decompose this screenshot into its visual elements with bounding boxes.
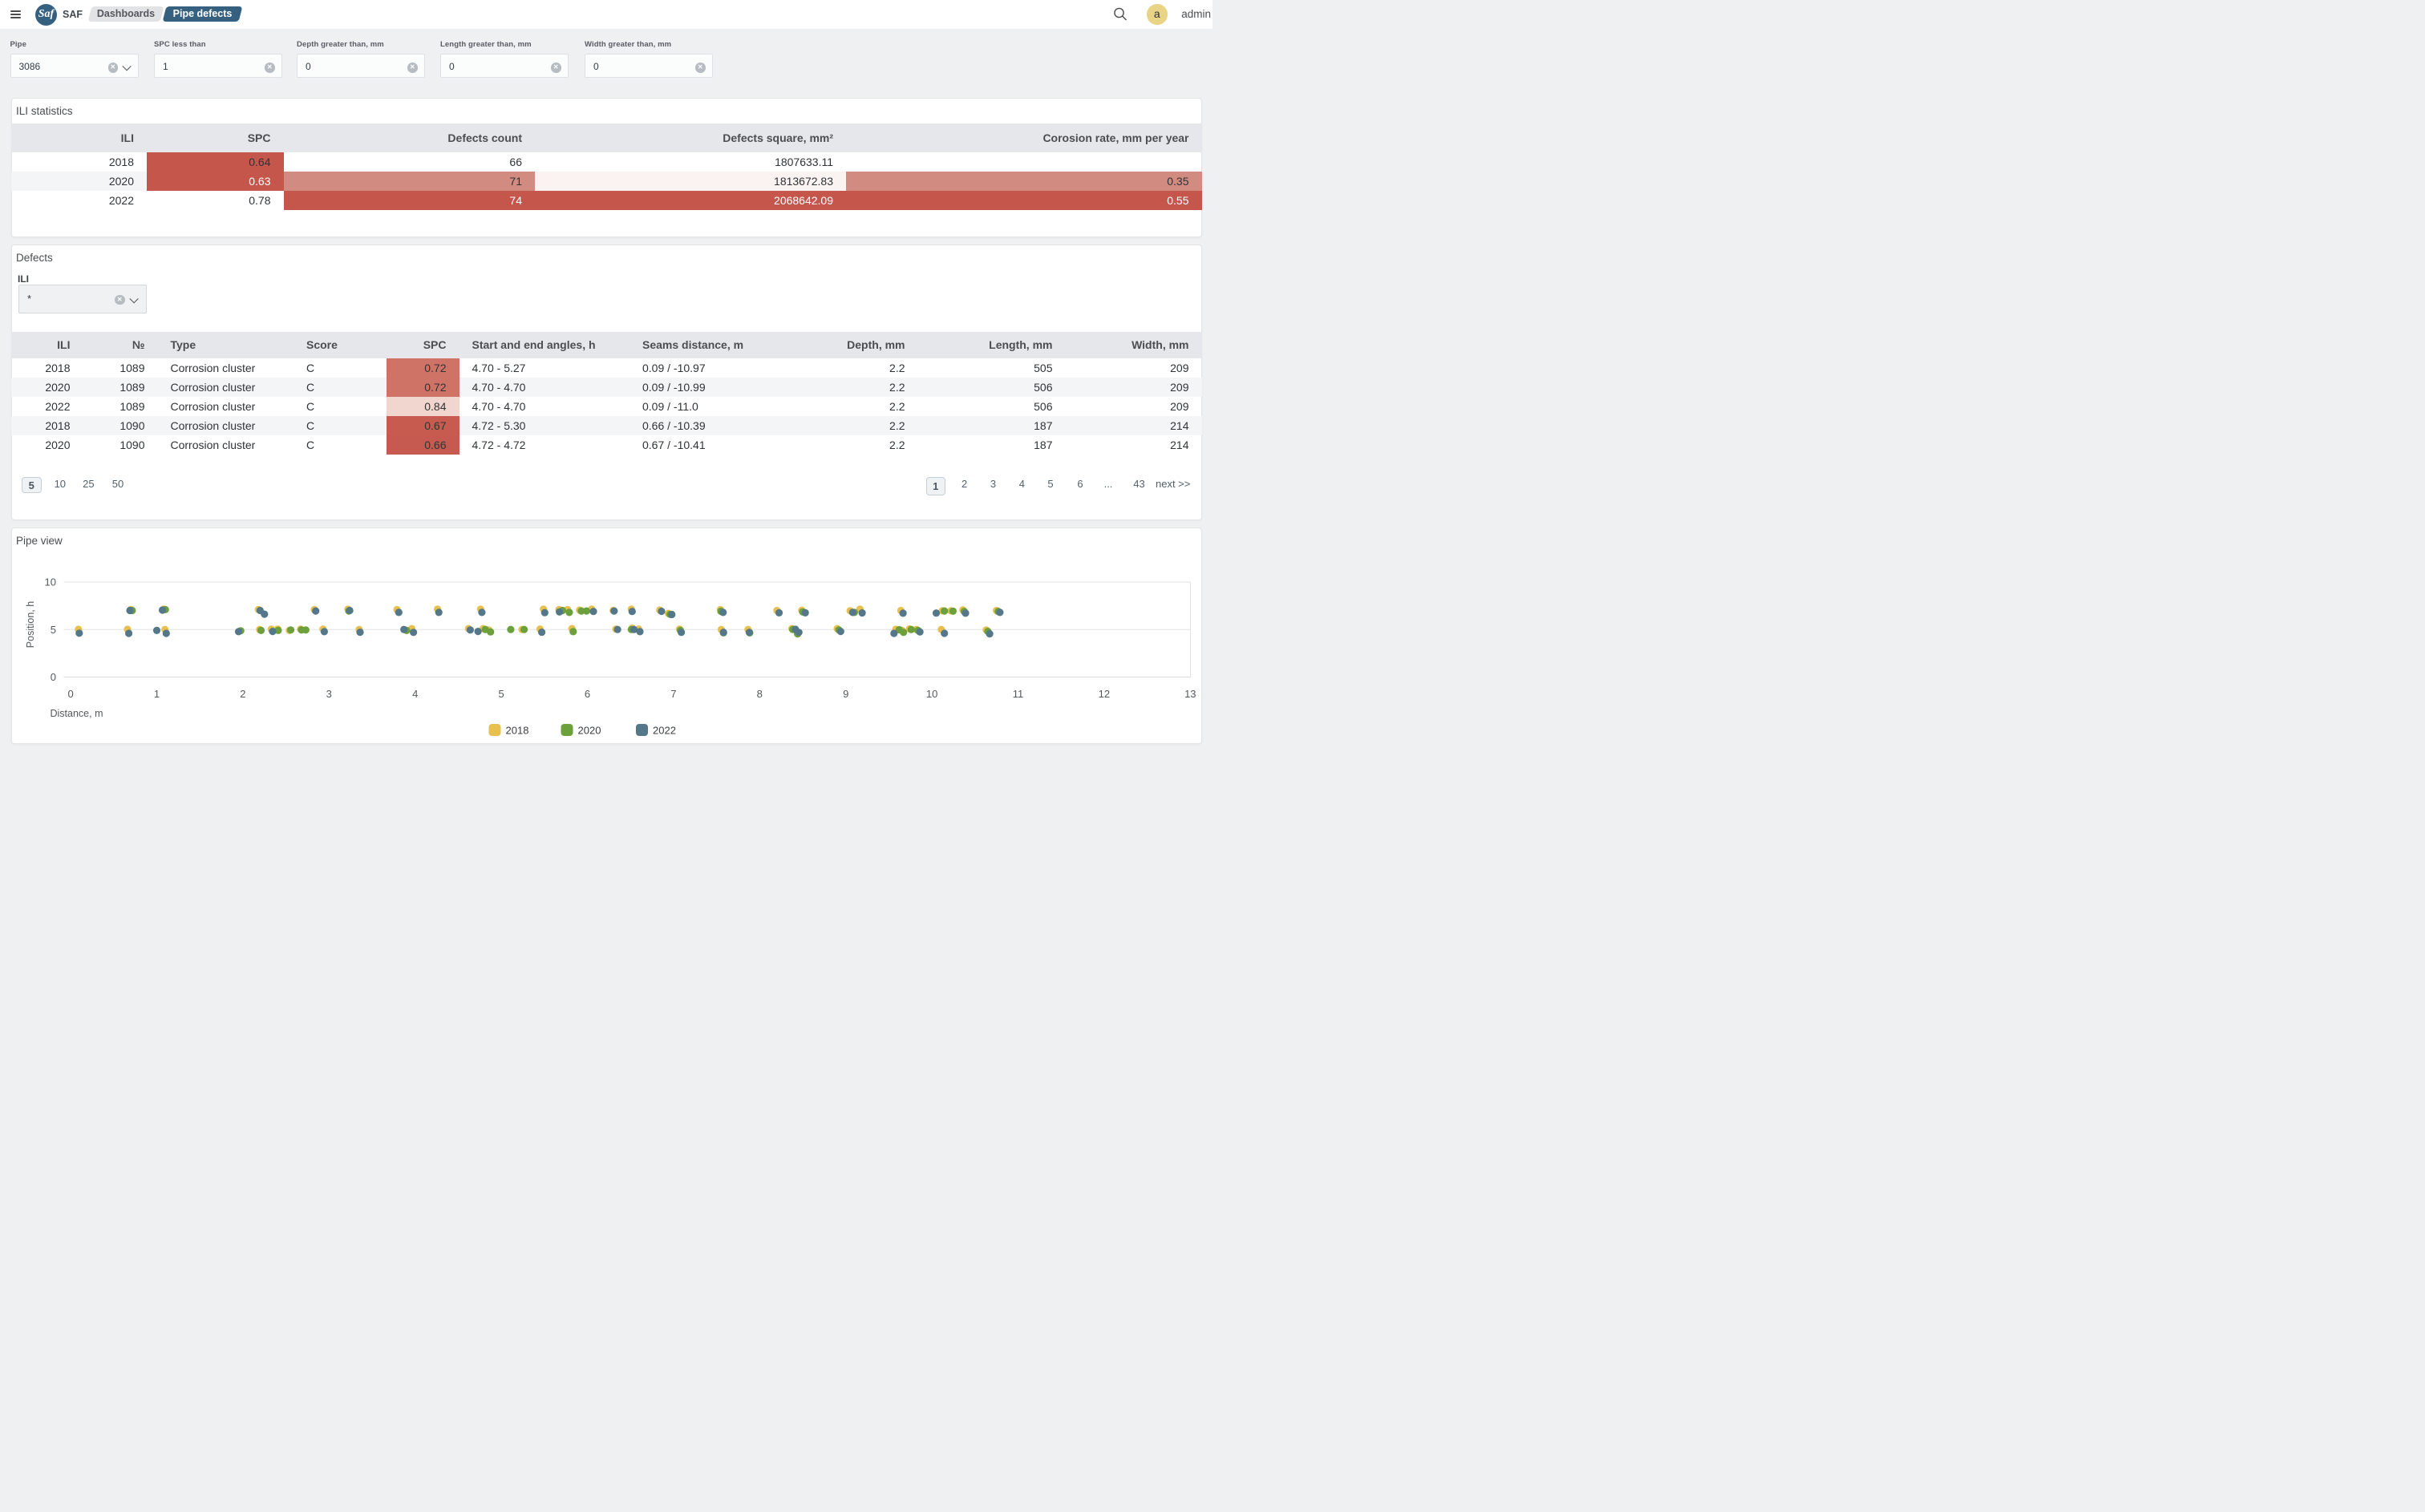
svg-text:2022: 2022: [653, 725, 676, 737]
svg-text:11: 11: [1012, 688, 1023, 700]
svg-text:6: 6: [584, 688, 589, 700]
svg-text:4: 4: [412, 688, 418, 700]
svg-text:3: 3: [326, 688, 331, 700]
svg-text:10: 10: [925, 688, 937, 700]
svg-text:5: 5: [498, 688, 504, 700]
svg-text:7: 7: [670, 688, 676, 700]
svg-text:5: 5: [50, 624, 55, 636]
svg-text:Distance, m: Distance, m: [50, 708, 103, 719]
svg-text:12: 12: [1098, 688, 1109, 700]
svg-text:13: 13: [1184, 688, 1196, 700]
svg-text:2: 2: [240, 688, 245, 700]
svg-text:0: 0: [67, 688, 73, 700]
svg-text:1: 1: [153, 688, 159, 700]
svg-text:10: 10: [44, 576, 55, 588]
svg-text:9: 9: [843, 688, 848, 700]
svg-text:Position, h: Position, h: [25, 601, 36, 648]
svg-text:0: 0: [50, 671, 55, 683]
svg-text:8: 8: [756, 688, 762, 700]
svg-text:2018: 2018: [505, 725, 528, 737]
svg-text:2020: 2020: [577, 725, 601, 737]
